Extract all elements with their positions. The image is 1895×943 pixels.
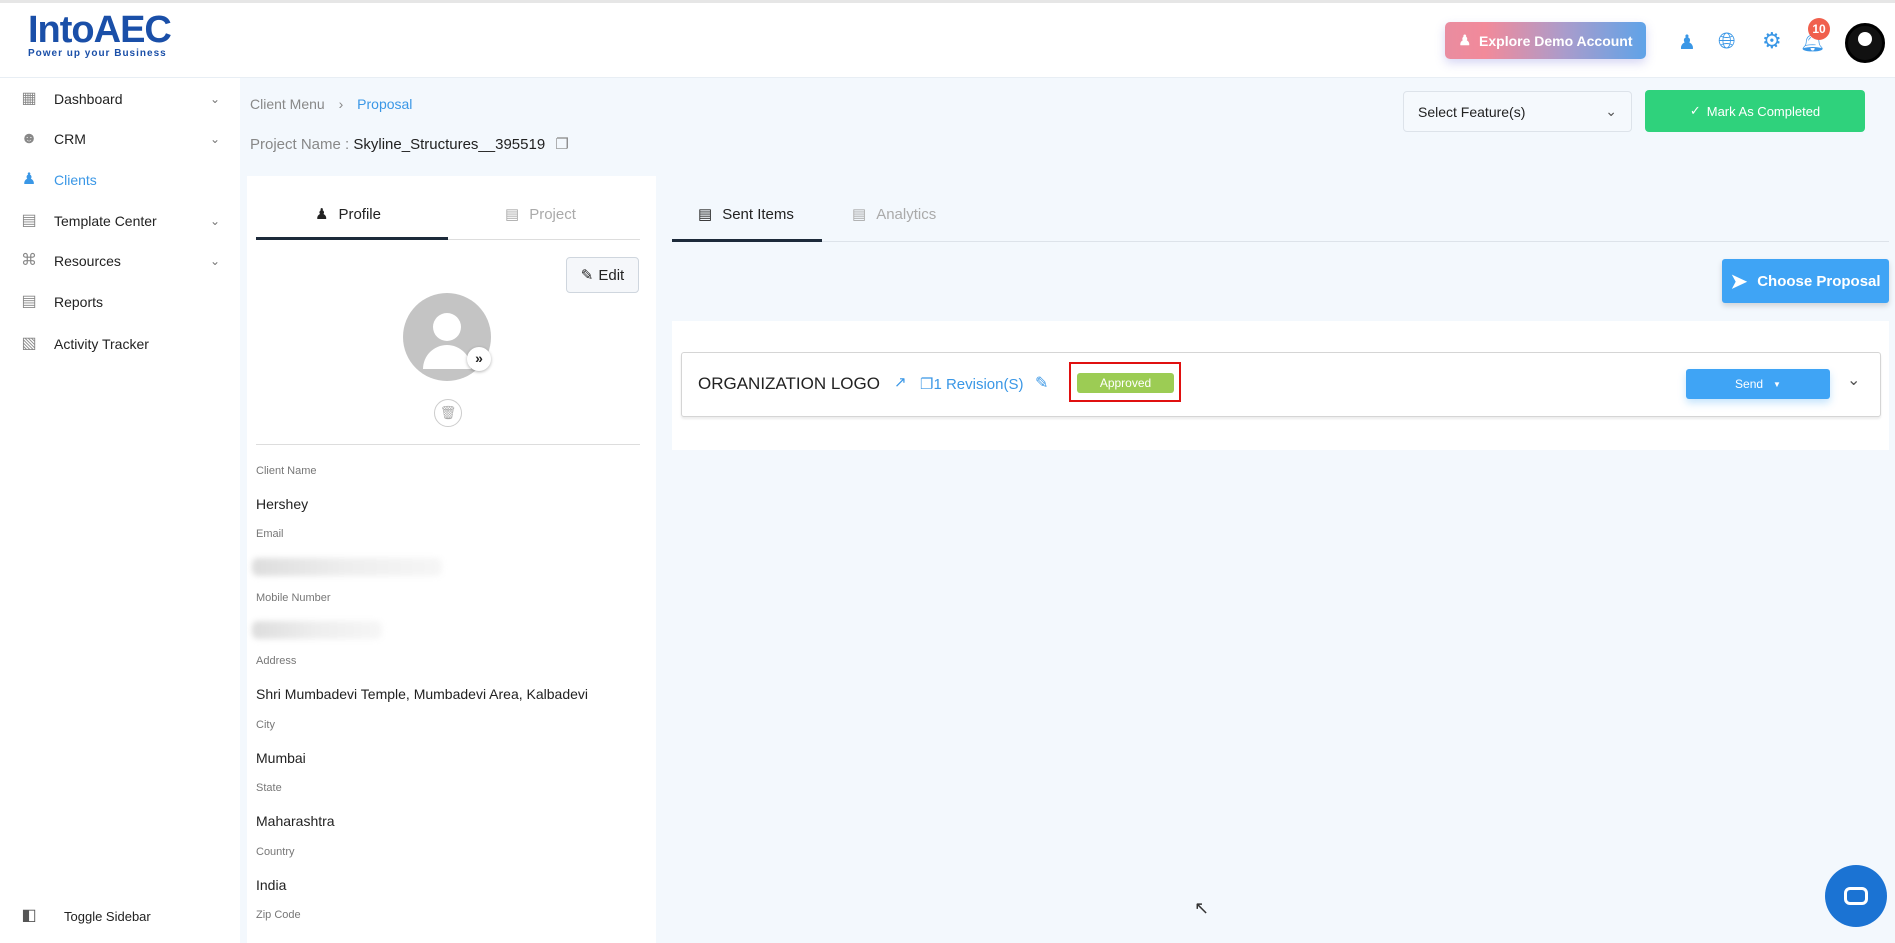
clients-icon: ♟ [21,171,37,188]
chevron-down-icon: ⌄ [209,92,220,106]
notification-badge: 10 [1808,18,1830,40]
client-name-value: Hershey [256,496,309,512]
active-tab-indicator [672,239,822,242]
address-label: Address [256,655,297,667]
document-icon: ▤ [505,206,520,223]
tab-project[interactable]: ▤ Project [505,205,576,224]
add-user-icon[interactable]: ♟ [1678,30,1696,55]
resources-icon: ⌘ [21,252,37,269]
country-label: Country [256,846,295,858]
mark-as-completed-button[interactable]: ✓ Mark As Completed [1645,90,1865,132]
active-tab-indicator [256,237,448,240]
copy-icon: ❐ [920,376,934,393]
chevron-down-icon[interactable]: ⌄ [1847,370,1860,390]
sidebar-item-activity-tracker[interactable]: ▧ Activity Tracker [20,329,220,359]
revisions-link[interactable]: ❐1 Revision(S) [920,375,1023,393]
explore-demo-button[interactable]: ♟ Explore Demo Account [1445,22,1646,59]
divider [256,444,640,445]
mobile-value-redacted [252,621,382,639]
settings-icon[interactable]: ⚙ [1762,28,1782,54]
chevron-down-icon: ⌄ [209,254,220,268]
delete-photo-icon[interactable]: 🗑︎ [434,399,462,427]
edit-pencil-icon[interactable]: ✎ [1035,373,1048,393]
country-value: India [256,877,287,893]
tab-sent-items[interactable]: ▤ Sent Items [698,205,794,224]
send-dropdown-button[interactable]: Send ▼ [1686,369,1830,399]
sidebar-item-dashboard[interactable]: ▦ Dashboard ⌄ [20,84,220,114]
sidebar-item-crm[interactable]: ☻ CRM ⌄ [20,124,220,154]
breadcrumb: Client Menu › Proposal [250,96,412,112]
sidebar-item-resources[interactable]: ⌘ Resources ⌄ [20,246,220,276]
sent-items-icon: ▤ [698,206,713,223]
city-label: City [256,719,275,731]
state-label: State [256,782,282,794]
user-avatar[interactable] [1845,23,1885,63]
tab-profile[interactable]: ♟ Profile [315,205,381,224]
address-value: Shri Mumbadevi Temple, Mumbadevi Area, K… [256,686,589,702]
person-icon: ♟ [315,206,329,223]
handshake-icon: ✓ [1689,103,1701,118]
tab-divider [672,241,1889,242]
approved-status-badge: Approved [1077,373,1174,393]
mouse-cursor: ↖ [1194,898,1210,918]
choose-proposal-button[interactable]: ➤ Choose Proposal [1722,259,1889,303]
copy-icon[interactable]: ❐ [555,136,568,153]
template-icon: ▤ [21,212,37,229]
proposal-row[interactable]: ORGANIZATION LOGO ↗ ❐1 Revision(S) ✎ App… [681,352,1881,417]
top-header: IntoAEC Power up your Business ♟ Explore … [0,0,1895,78]
select-feature-dropdown[interactable]: Select Feature(s) ⌄ [1403,91,1632,132]
crm-icon: ☻ [20,130,38,147]
toggle-sidebar-button[interactable]: ◧ Toggle Sidebar [20,901,220,931]
breadcrumb-client-menu[interactable]: Client Menu [250,96,325,112]
chevron-down-icon: ⌄ [1605,103,1617,119]
client-name-label: Client Name [256,465,317,477]
breadcrumb-proposal[interactable]: Proposal [357,96,412,112]
dashboard-icon: ▦ [21,90,37,107]
sidebar-item-reports[interactable]: ▤ Reports [20,287,220,317]
state-value: Maharashtra [256,813,335,829]
city-value: Mumbai [256,750,306,766]
edit-button[interactable]: ✎ Edit [566,257,639,293]
expand-icon[interactable]: » [467,347,491,371]
chat-icon [1844,887,1868,905]
chevron-down-icon: ⌄ [209,214,220,228]
zip-label: Zip Code [256,909,301,921]
layout-icon: ◧ [21,907,37,924]
caret-down-icon: ▼ [1773,379,1781,389]
chevron-down-icon: ⌄ [209,132,220,146]
reports-icon: ▤ [21,293,37,310]
send-plane-icon: ➤ [1730,270,1748,293]
tab-analytics[interactable]: ▤ Analytics [852,205,936,224]
proposal-title: ORGANIZATION LOGO [698,374,880,393]
logo[interactable]: IntoAEC Power up your Business [28,9,172,59]
email-value-redacted [252,558,442,576]
email-label: Email [256,528,284,540]
user-icon: ♟ [1458,32,1472,48]
analytics-icon: ▤ [852,206,867,223]
sidebar-item-template-center[interactable]: ▤ Template Center ⌄ [20,206,220,236]
globe-icon[interactable]: 🌐︎ [1718,28,1736,54]
mobile-label: Mobile Number [256,592,331,604]
chat-button[interactable] [1825,865,1887,927]
pencil-icon: ✎ [580,267,594,284]
sidebar-item-clients[interactable]: ♟ Clients [20,165,220,195]
project-name: Project Name : Skyline_Structures__39551… [250,136,569,153]
sidebar: ▦ Dashboard ⌄ ☻ CRM ⌄ ♟ Clients ▤ Template Cen… [0,78,240,943]
external-link-icon[interactable]: ↗ [894,373,907,391]
chevron-right-icon: › [338,96,344,112]
activity-icon: ▧ [21,335,37,352]
